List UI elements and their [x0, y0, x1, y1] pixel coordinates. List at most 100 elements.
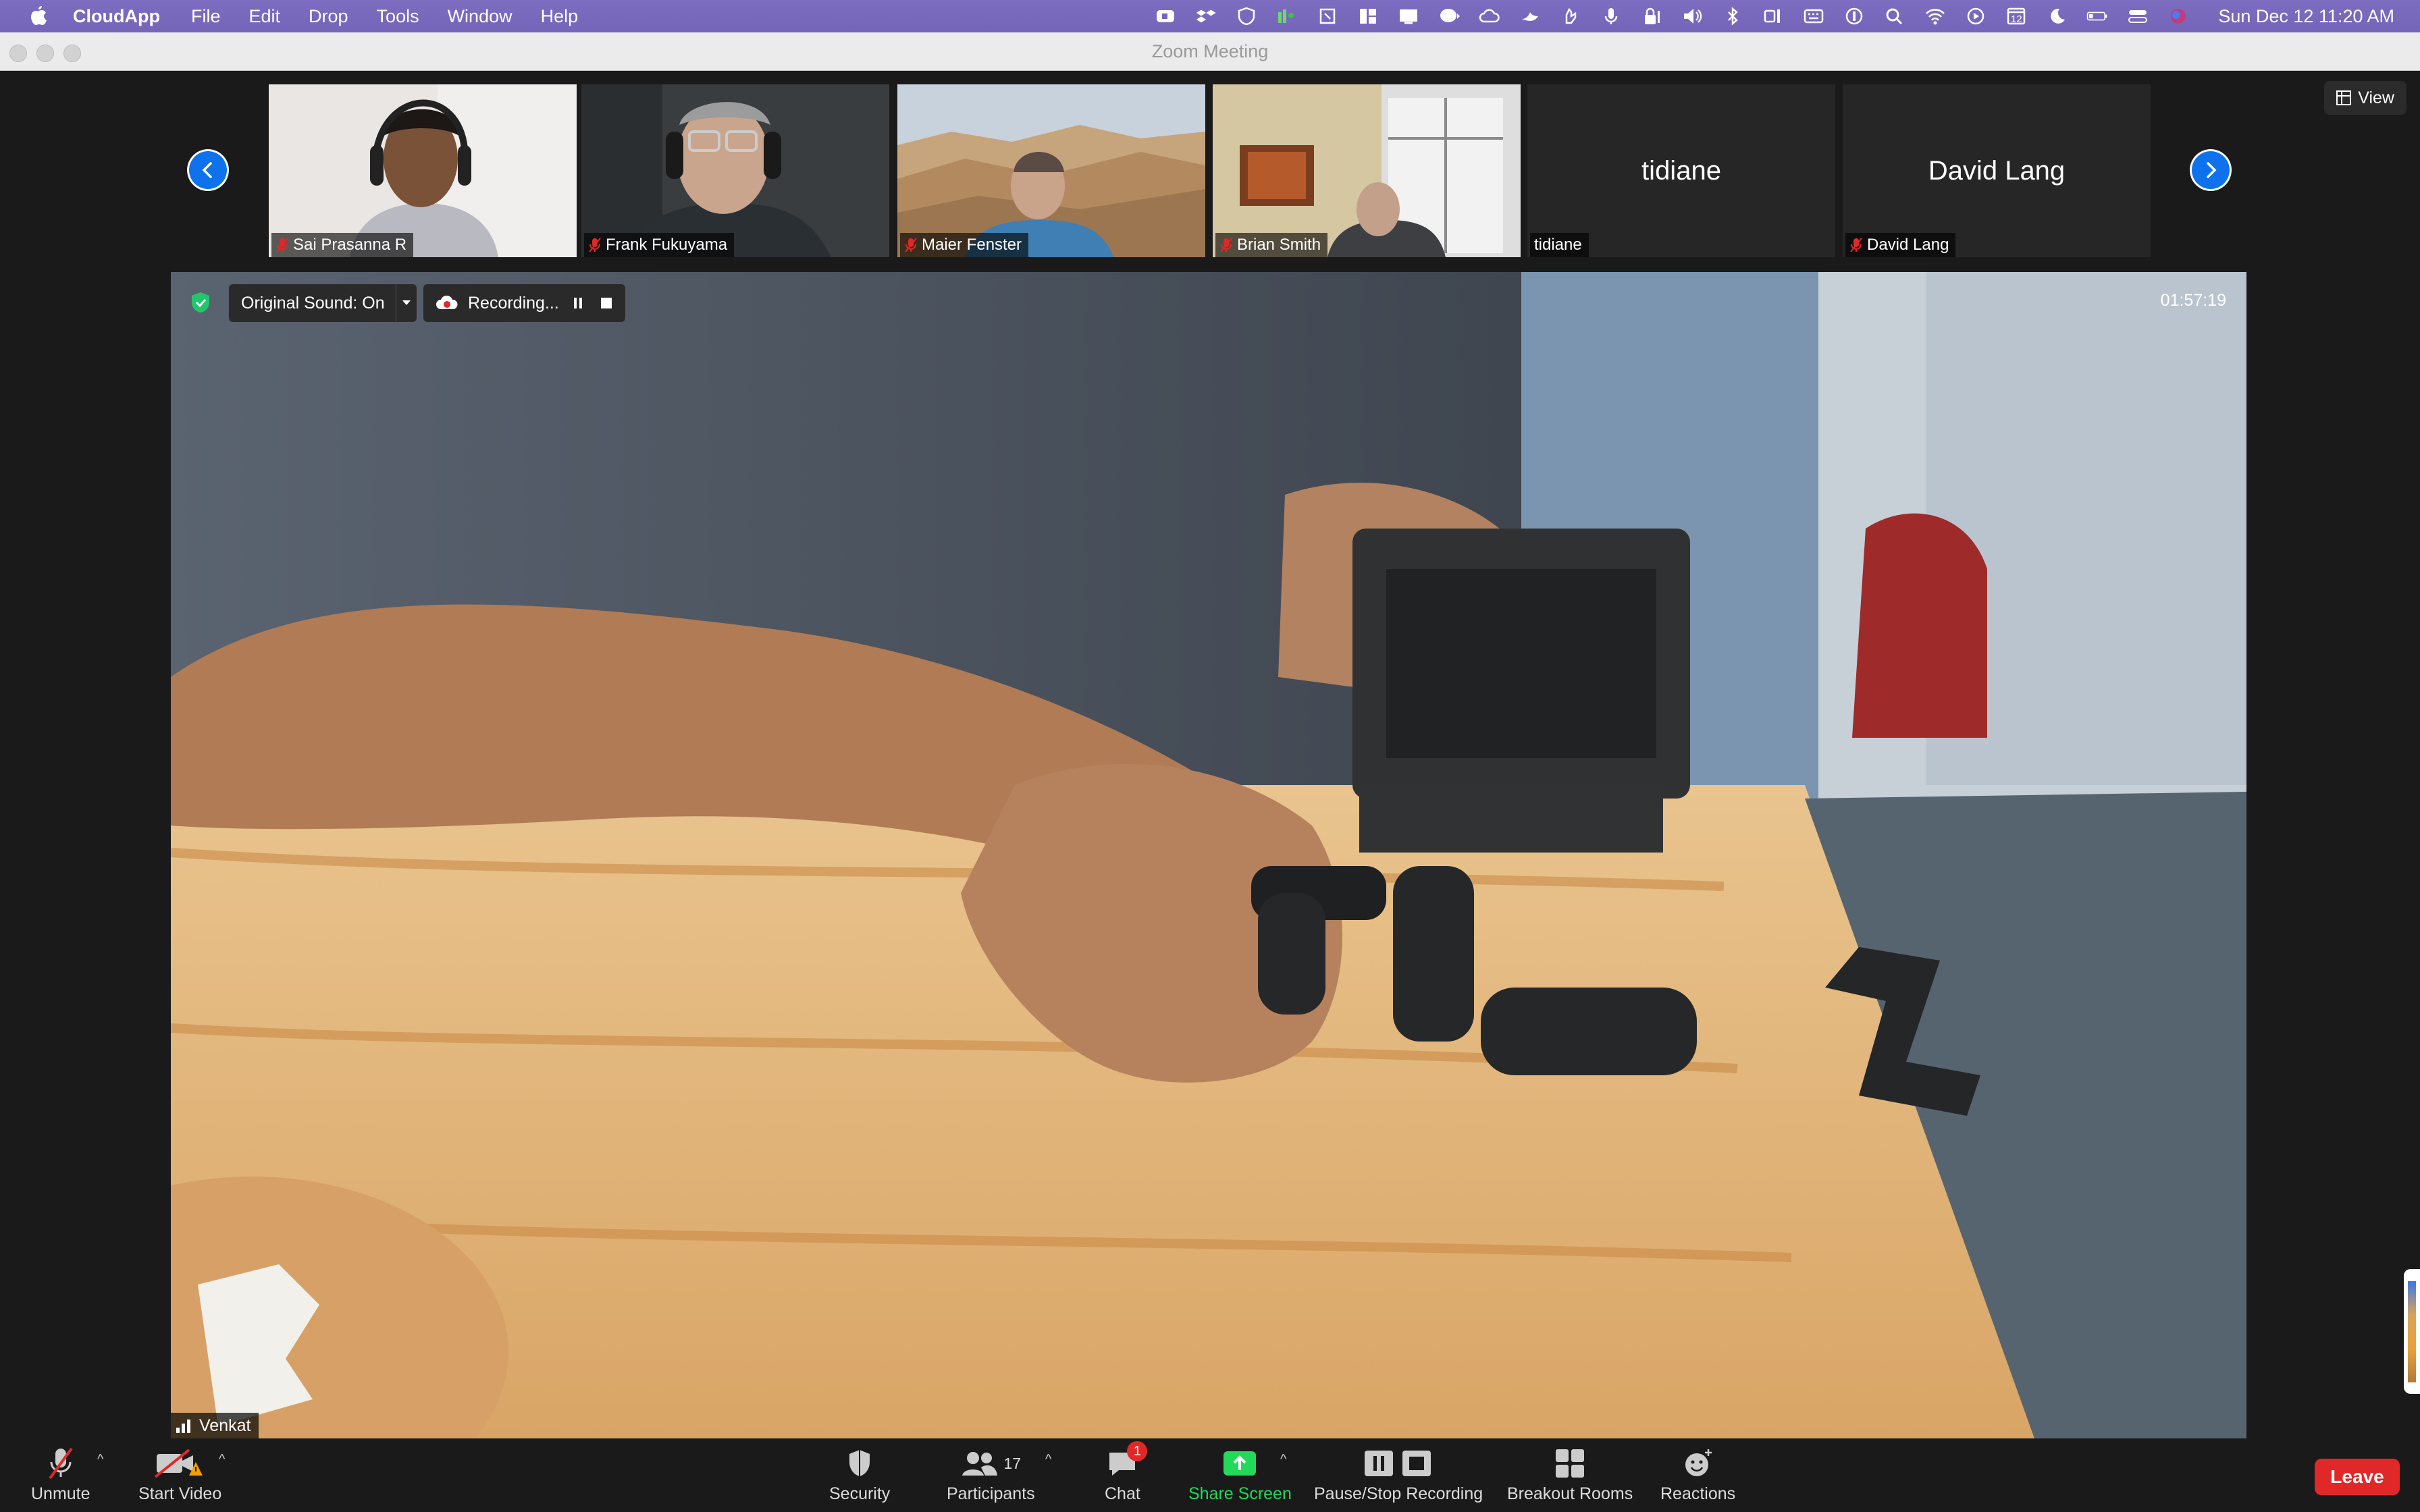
encryption-shield-icon[interactable] [190, 291, 211, 314]
reactions-label: Reactions [1660, 1484, 1736, 1503]
password-tray-icon[interactable] [1843, 7, 1866, 26]
next-page-button[interactable] [2190, 149, 2232, 191]
participant-tile[interactable]: Maier Fenster [897, 84, 1205, 257]
participant-tile[interactable]: tidiane tidiane [1527, 84, 1835, 257]
battery-icon[interactable] [2086, 7, 2109, 26]
participant-tile[interactable]: Brian Smith [1213, 84, 1521, 257]
chat-button[interactable]: 1 Chat [1105, 1441, 1148, 1504]
unmute-button[interactable]: Unmute [31, 1444, 90, 1504]
bird-tray-icon[interactable] [1519, 7, 1542, 26]
breakout-rooms-button[interactable]: Breakout Rooms [1507, 1444, 1633, 1504]
muted-microphone-icon [589, 238, 601, 252]
signal-bars-icon [176, 1420, 190, 1433]
pause-stop-recording-label: Pause/Stop Recording [1314, 1484, 1483, 1503]
active-speaker-video[interactable]: Original Sound: On Recording... 01:57:19… [171, 272, 2246, 1438]
speaker-name-tag: Venkat [171, 1413, 259, 1438]
participant-name-tag: Sai Prasanna R [271, 233, 414, 257]
screen-tray-icon[interactable] [1397, 7, 1420, 26]
moon-icon[interactable] [2045, 7, 2068, 26]
battery-device-icon[interactable] [1762, 7, 1785, 26]
wifi-icon[interactable] [1924, 7, 1947, 26]
menu-file[interactable]: File [191, 6, 221, 27]
menu-window[interactable]: Window [448, 6, 512, 27]
bluetooth-icon[interactable] [1721, 7, 1744, 26]
security-button[interactable]: Security [829, 1444, 890, 1504]
participant-name: Brian Smith [1237, 236, 1321, 254]
meeting-stage: View Sai Prasanna R Frank Fukuyama Maier… [0, 71, 2420, 1440]
previous-page-button[interactable] [187, 149, 229, 191]
share-screen-button[interactable]: Share Screen [1188, 1444, 1292, 1504]
siri-icon[interactable] [2167, 7, 2190, 26]
menu-app-name[interactable]: CloudApp [73, 6, 160, 27]
view-button[interactable]: View [2324, 81, 2406, 115]
unmute-label: Unmute [31, 1484, 90, 1503]
participant-name-tag: Brian Smith [1215, 233, 1328, 257]
stop-recording-icon[interactable] [597, 294, 616, 313]
control-center-icon[interactable] [2126, 7, 2149, 26]
participant-video [269, 84, 577, 257]
start-video-button[interactable]: Start Video [138, 1444, 221, 1504]
window-title-bar: Zoom Meeting [0, 32, 2420, 71]
pause-recording-icon[interactable] [569, 294, 587, 313]
zoom-tray-icon[interactable] [1154, 7, 1177, 26]
speaker-name: Venkat [199, 1415, 251, 1435]
side-panel-handle[interactable] [2404, 1269, 2420, 1394]
zoom-window-button[interactable] [63, 45, 81, 62]
apple-icon[interactable] [27, 5, 50, 28]
video-options-caret-icon[interactable]: ^ [219, 1452, 225, 1467]
search-icon[interactable] [1883, 7, 1906, 26]
menubar-clock[interactable]: Sun Dec 12 11:20 AM [2218, 6, 2394, 27]
close-window-button[interactable] [9, 45, 27, 62]
participant-video [581, 84, 889, 257]
chevron-left-icon [202, 162, 212, 178]
muted-microphone-icon [1850, 238, 1862, 252]
play-circle-icon[interactable] [1964, 7, 1987, 26]
muted-microphone-icon [905, 238, 917, 252]
participant-tile[interactable]: David Lang David Lang [1843, 84, 2151, 257]
menu-edit[interactable]: Edit [248, 6, 280, 27]
participant-display-name: tidiane [1641, 155, 1721, 186]
layout-tray-icon[interactable] [1357, 7, 1379, 26]
recording-label: Recording... [468, 293, 559, 313]
participants-options-caret-icon[interactable]: ^ [1045, 1452, 1051, 1467]
cloud-tray-icon[interactable] [1478, 7, 1501, 26]
view-button-label: View [2358, 88, 2394, 107]
participant-video [1213, 84, 1521, 257]
share-options-caret-icon[interactable]: ^ [1280, 1452, 1286, 1467]
participants-button[interactable]: 17 Participants [947, 1444, 1035, 1504]
volume-icon[interactable] [1681, 7, 1704, 26]
minimize-window-button[interactable] [36, 45, 54, 62]
participant-display-name: David Lang [1928, 155, 2066, 186]
microphone-tray-icon[interactable] [1600, 7, 1623, 26]
dropbox-icon[interactable] [1194, 7, 1217, 26]
participant-tile[interactable]: Frank Fukuyama [581, 84, 889, 257]
cloudapp-tray-icon[interactable] [1316, 7, 1339, 26]
menu-tools[interactable]: Tools [377, 6, 419, 27]
lock-tray-icon[interactable] [1640, 7, 1663, 26]
participants-icon [962, 1452, 997, 1476]
keyboard-tray-icon[interactable] [1802, 7, 1825, 26]
stats-tray-icon[interactable] [1275, 7, 1298, 26]
caret-down-icon[interactable] [396, 300, 417, 306]
audio-options-caret-icon[interactable]: ^ [97, 1452, 103, 1467]
menu-help[interactable]: Help [541, 6, 579, 27]
calendar-icon[interactable]: 12 [2005, 7, 2028, 26]
menu-drop[interactable]: Drop [309, 6, 348, 27]
side-panel-color-strip [2408, 1281, 2416, 1382]
reactions-button[interactable]: Reactions [1660, 1444, 1735, 1504]
speaker-video-frame [171, 272, 2246, 1438]
participant-name: Maier Fenster [922, 236, 1022, 254]
leave-meeting-button[interactable]: Leave [2315, 1459, 2400, 1495]
menu-bar: CloudApp File Edit Drop Tools Window Hel… [0, 0, 2420, 32]
hand-tray-icon[interactable] [1559, 7, 1582, 26]
pause-stop-icon [1365, 1451, 1431, 1476]
original-sound-label: Original Sound: On [229, 284, 396, 322]
pause-stop-recording-button[interactable]: Pause/Stop Recording [1314, 1444, 1483, 1504]
participant-tile[interactable]: Sai Prasanna R [269, 84, 577, 257]
original-sound-toggle[interactable]: Original Sound: On [229, 284, 417, 322]
breakout-rooms-icon [1556, 1449, 1585, 1478]
recording-indicator: Recording... [423, 284, 625, 322]
chat-bubble-tray-icon[interactable] [1438, 7, 1461, 26]
shield-tray-icon[interactable] [1235, 7, 1258, 26]
security-shield-icon [849, 1450, 870, 1476]
